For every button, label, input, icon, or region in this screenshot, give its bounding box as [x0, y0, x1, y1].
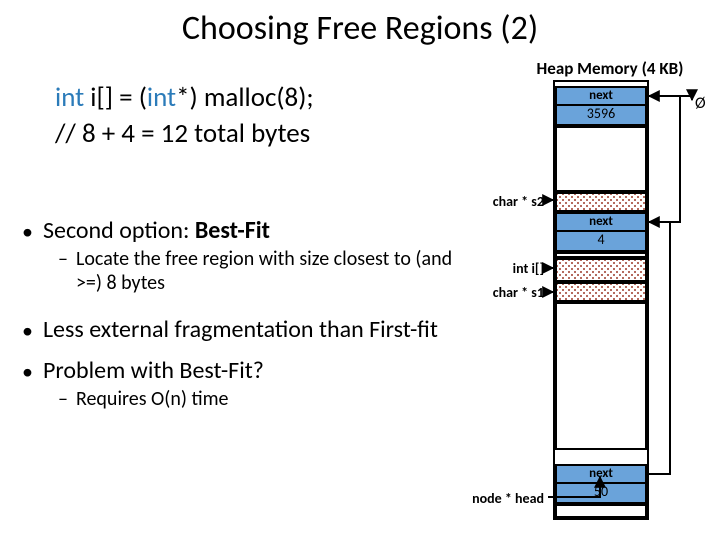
free-space-bottom	[555, 504, 647, 518]
bullet-list: Second option: Best-Fit Locate the free …	[22, 210, 462, 411]
label-head: node * head	[440, 490, 544, 507]
free-header-mid: next 4	[555, 212, 647, 252]
code-comment: // 8 + 4 = 12 total bytes	[55, 116, 314, 152]
heap-title: Heap Memory (4 KB)	[505, 58, 715, 79]
heap-column: next 3596 next 4 next 50	[553, 80, 649, 520]
bullet-text: Second option:	[43, 216, 195, 245]
code-block: int i[] = (int*) malloc(8); // 8 + 4 = 1…	[55, 80, 314, 153]
slide-title: Choosing Free Regions (2)	[0, 8, 720, 49]
alloc-s1	[555, 282, 647, 302]
sub-bullet-text: Locate the free region with size closest…	[76, 247, 462, 295]
free-space-big	[555, 302, 647, 450]
bullet-bold: Best-Fit	[195, 216, 270, 245]
null-symbol: Ø	[695, 94, 706, 113]
header-next-label: next	[557, 214, 645, 232]
sub-bullet-text: Requires O(n) time	[76, 387, 462, 411]
keyword: int	[147, 81, 176, 114]
header-size: 50	[557, 484, 645, 502]
code-text: *) malloc(8);	[176, 81, 314, 114]
keyword: int	[55, 81, 84, 114]
header-size: 3596	[557, 106, 645, 124]
label-s1: char * s1	[456, 284, 544, 301]
free-header-bottom: next 50	[555, 464, 647, 504]
header-size: 4	[557, 232, 645, 250]
header-next-label: next	[557, 88, 645, 106]
free-header-top: next 3596	[555, 86, 647, 126]
header-next-label: next	[557, 466, 645, 484]
free-space	[555, 126, 647, 192]
bullet-text: Less external fragmentation than First-f…	[43, 315, 462, 344]
alloc-int-i	[555, 258, 647, 282]
label-s2: char * s2	[456, 193, 544, 210]
alloc-s2	[555, 192, 647, 212]
code-text: i[] = (	[84, 81, 147, 114]
bullet-text: Problem with Best-Fit?	[43, 356, 462, 385]
label-int-i: int i[]	[456, 260, 544, 277]
